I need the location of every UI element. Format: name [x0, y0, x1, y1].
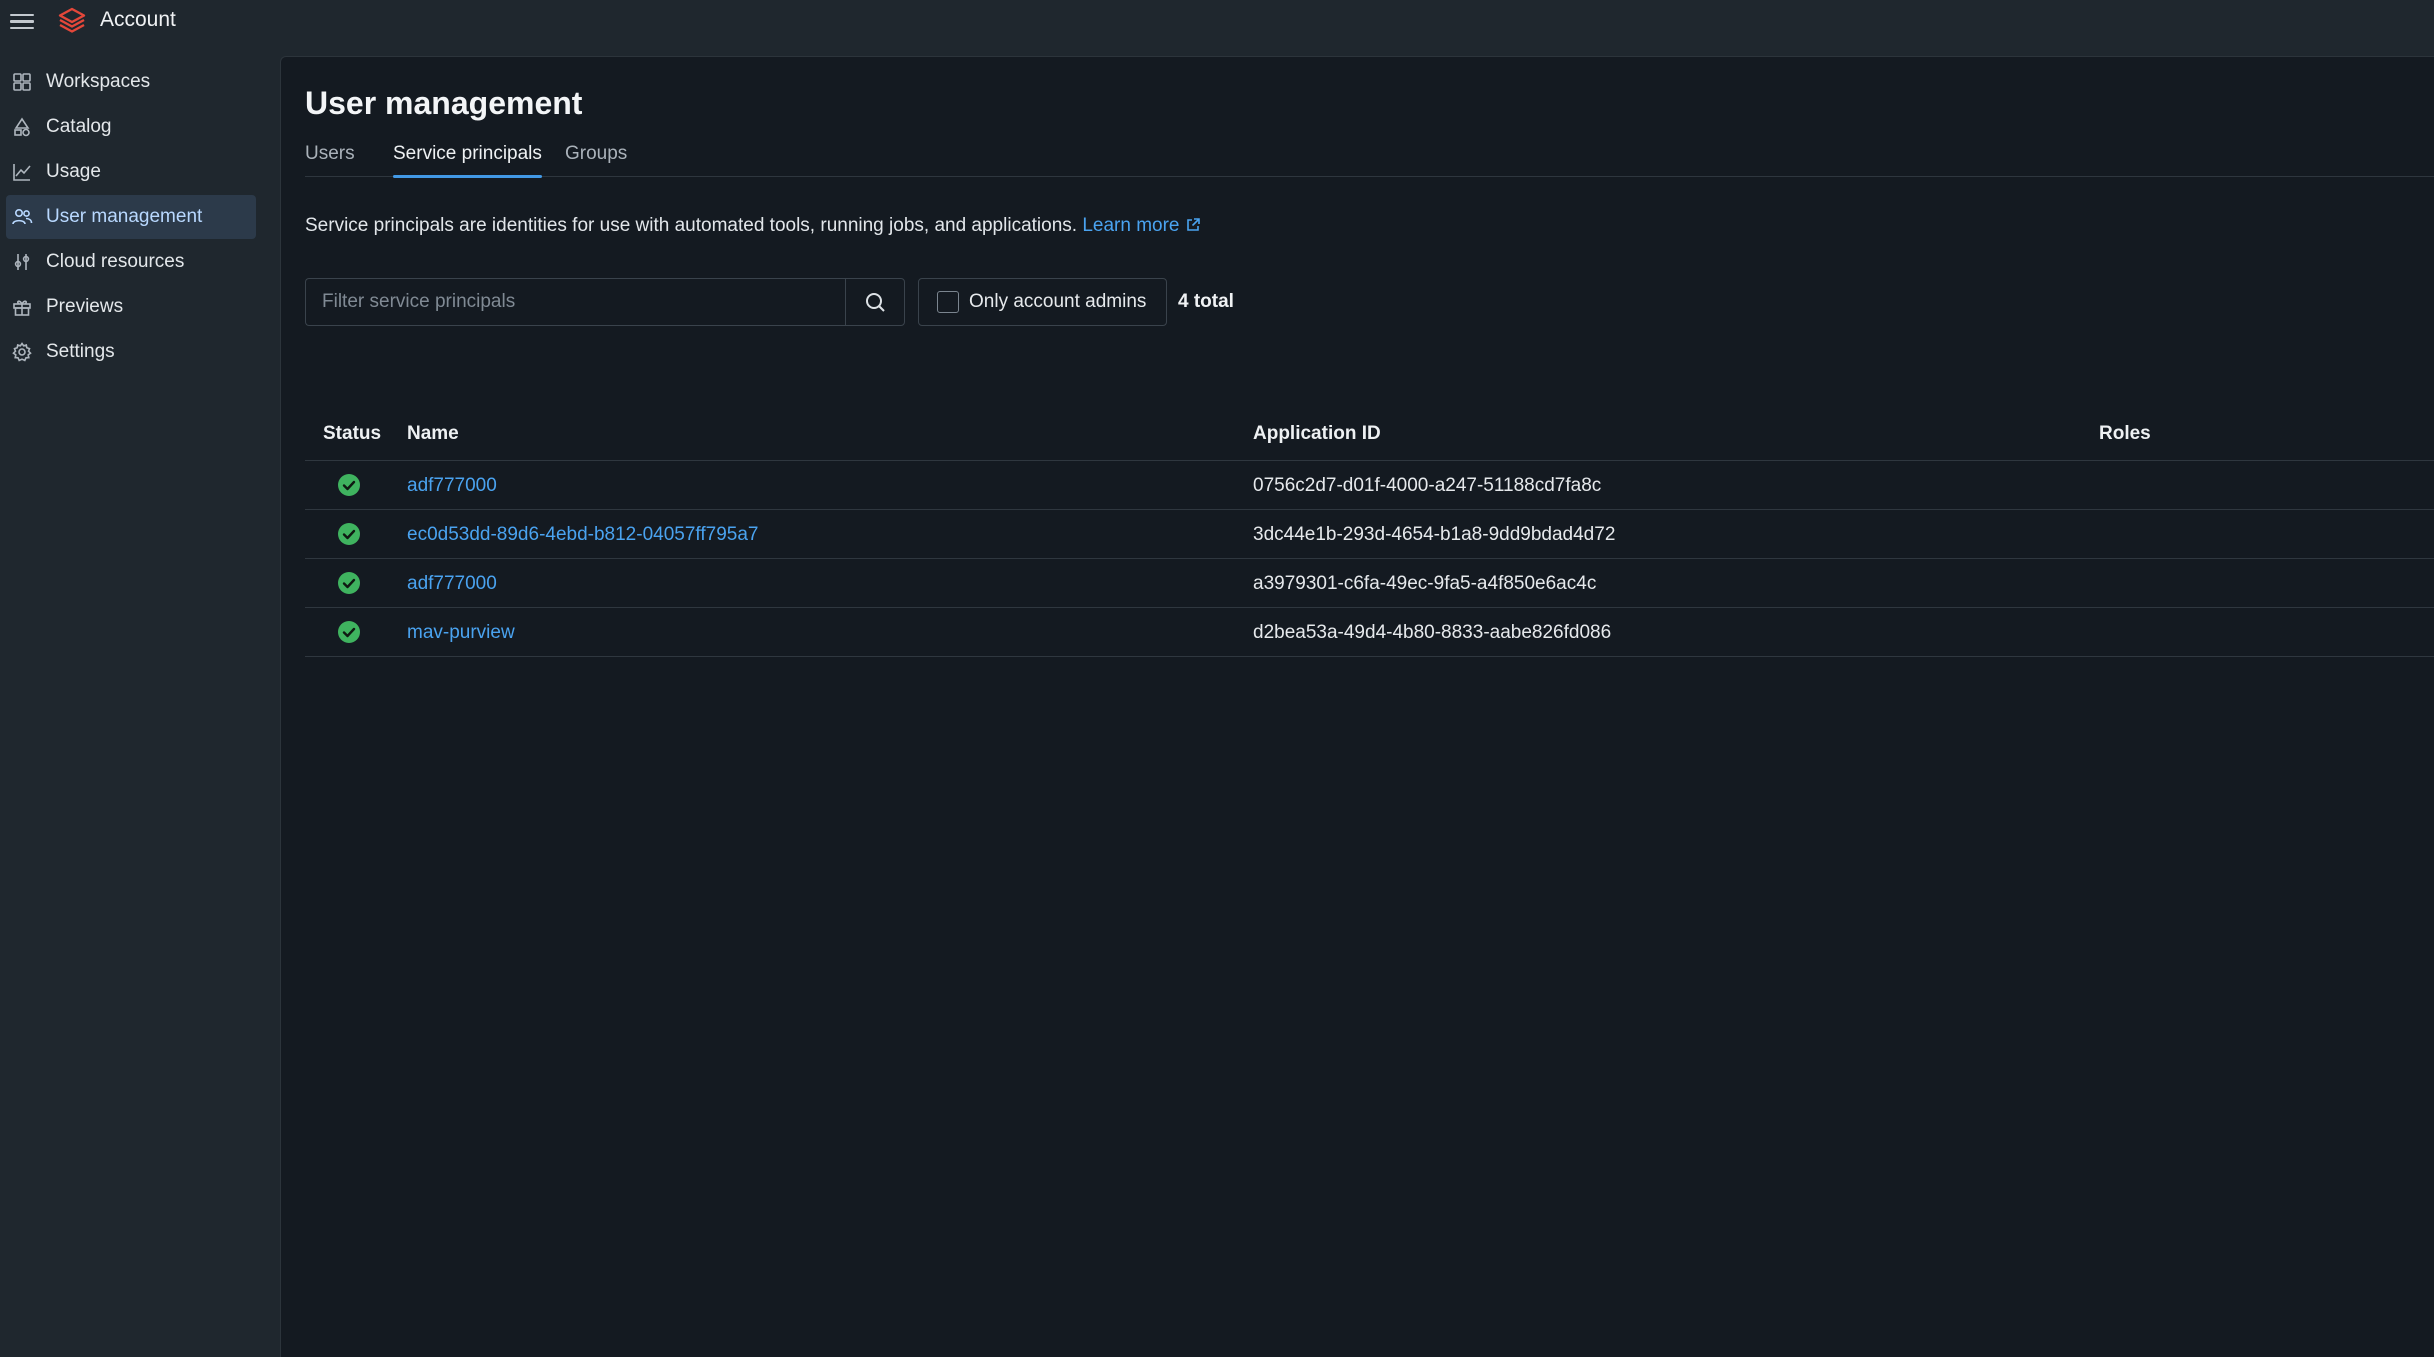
sidebar-item-label: User management	[46, 206, 203, 227]
sidebar-item-workspaces[interactable]: Workspaces	[6, 60, 256, 104]
workspaces-icon	[10, 70, 34, 94]
sidebar: Workspaces Catalog Usage User management	[0, 60, 280, 375]
service-principal-name-link[interactable]: adf777000	[407, 475, 497, 497]
sidebar-item-label: Catalog	[46, 116, 112, 137]
sidebar-item-previews[interactable]: Previews	[6, 285, 256, 329]
search-icon	[866, 293, 885, 312]
tab-service-principals[interactable]: Service principals	[393, 143, 542, 178]
sidebar-item-label: Settings	[46, 341, 115, 362]
status-ok-icon	[338, 621, 360, 643]
description-text: Service principals are identities for us…	[305, 215, 1078, 236]
main-panel: User management Users Service principals…	[280, 56, 2434, 1357]
column-header-name[interactable]: Name	[407, 423, 459, 445]
table-row: adf777000 0756c2d7-d01f-4000-a247-51188c…	[305, 461, 2434, 510]
application-id: a3979301-c6fa-49ec-9fa5-a4f850e6ac4c	[1253, 573, 1597, 594]
tab-groups[interactable]: Groups	[565, 143, 627, 177]
only-account-admins-label: Only account admins	[969, 291, 1147, 312]
application-id: 0756c2d7-d01f-4000-a247-51188cd7fa8c	[1253, 475, 1602, 496]
total-count: 4 total	[1178, 291, 1234, 312]
learn-more-label: Learn more	[1082, 215, 1180, 236]
service-principal-name-link[interactable]: mav-purview	[407, 622, 515, 644]
table-row: adf777000 a3979301-c6fa-49ec-9fa5-a4f850…	[305, 559, 2434, 608]
sidebar-item-label: Usage	[46, 161, 101, 182]
gear-icon	[10, 340, 34, 364]
filter-service-principals-input[interactable]	[305, 278, 845, 326]
table-row: mav-purview d2bea53a-49d4-4b80-8833-aabe…	[305, 608, 2434, 657]
application-id: d2bea53a-49d4-4b80-8833-aabe826fd086	[1253, 622, 1612, 643]
app-title: Account	[100, 8, 176, 31]
sidebar-item-settings[interactable]: Settings	[6, 330, 256, 374]
column-header-status[interactable]: Status	[323, 423, 381, 445]
users-icon	[10, 205, 34, 229]
search-button[interactable]	[845, 278, 905, 326]
sidebar-item-catalog[interactable]: Catalog	[6, 105, 256, 149]
column-header-application-id[interactable]: Application ID	[1253, 423, 1381, 445]
column-header-roles[interactable]: Roles	[2099, 423, 2151, 445]
sidebar-item-usage[interactable]: Usage	[6, 150, 256, 194]
usage-icon	[10, 160, 34, 184]
page-title: User management	[305, 85, 583, 121]
tab-users[interactable]: Users	[305, 143, 355, 177]
status-ok-icon	[338, 474, 360, 496]
sidebar-item-cloud-resources[interactable]: Cloud resources	[6, 240, 256, 284]
service-principals-table: Status Name Application ID Roles adf7770…	[305, 409, 2434, 657]
only-account-admins-toggle[interactable]: Only account admins	[918, 278, 1167, 326]
menu-icon[interactable]	[10, 10, 34, 34]
cloud-resources-icon	[10, 250, 34, 274]
external-link-icon	[1186, 218, 1200, 231]
only-account-admins-checkbox[interactable]	[937, 291, 959, 313]
sidebar-item-user-management[interactable]: User management	[6, 195, 256, 239]
gift-icon	[10, 295, 34, 319]
status-ok-icon	[338, 523, 360, 545]
top-bar: Account	[0, 0, 2434, 56]
service-principal-name-link[interactable]: ec0d53dd-89d6-4ebd-b812-04057ff795a7	[407, 524, 758, 546]
databricks-logo-icon	[58, 7, 86, 33]
catalog-icon	[10, 115, 34, 139]
table-header: Status Name Application ID Roles	[305, 409, 2434, 461]
page-description: Service principals are identities for us…	[305, 215, 1201, 237]
application-id: 3dc44e1b-293d-4654-b1a8-9dd9bdad4d72	[1253, 524, 1616, 545]
tab-bar: Users Service principals Groups	[305, 143, 2434, 178]
service-principal-name-link[interactable]: adf777000	[407, 573, 497, 595]
table-row: ec0d53dd-89d6-4ebd-b812-04057ff795a7 3dc…	[305, 510, 2434, 559]
sidebar-item-label: Previews	[46, 296, 124, 317]
sidebar-item-label: Cloud resources	[46, 251, 185, 272]
learn-more-link[interactable]: Learn more	[1082, 215, 1200, 236]
sidebar-item-label: Workspaces	[46, 71, 151, 92]
status-ok-icon	[338, 572, 360, 594]
filter-group	[305, 278, 905, 326]
